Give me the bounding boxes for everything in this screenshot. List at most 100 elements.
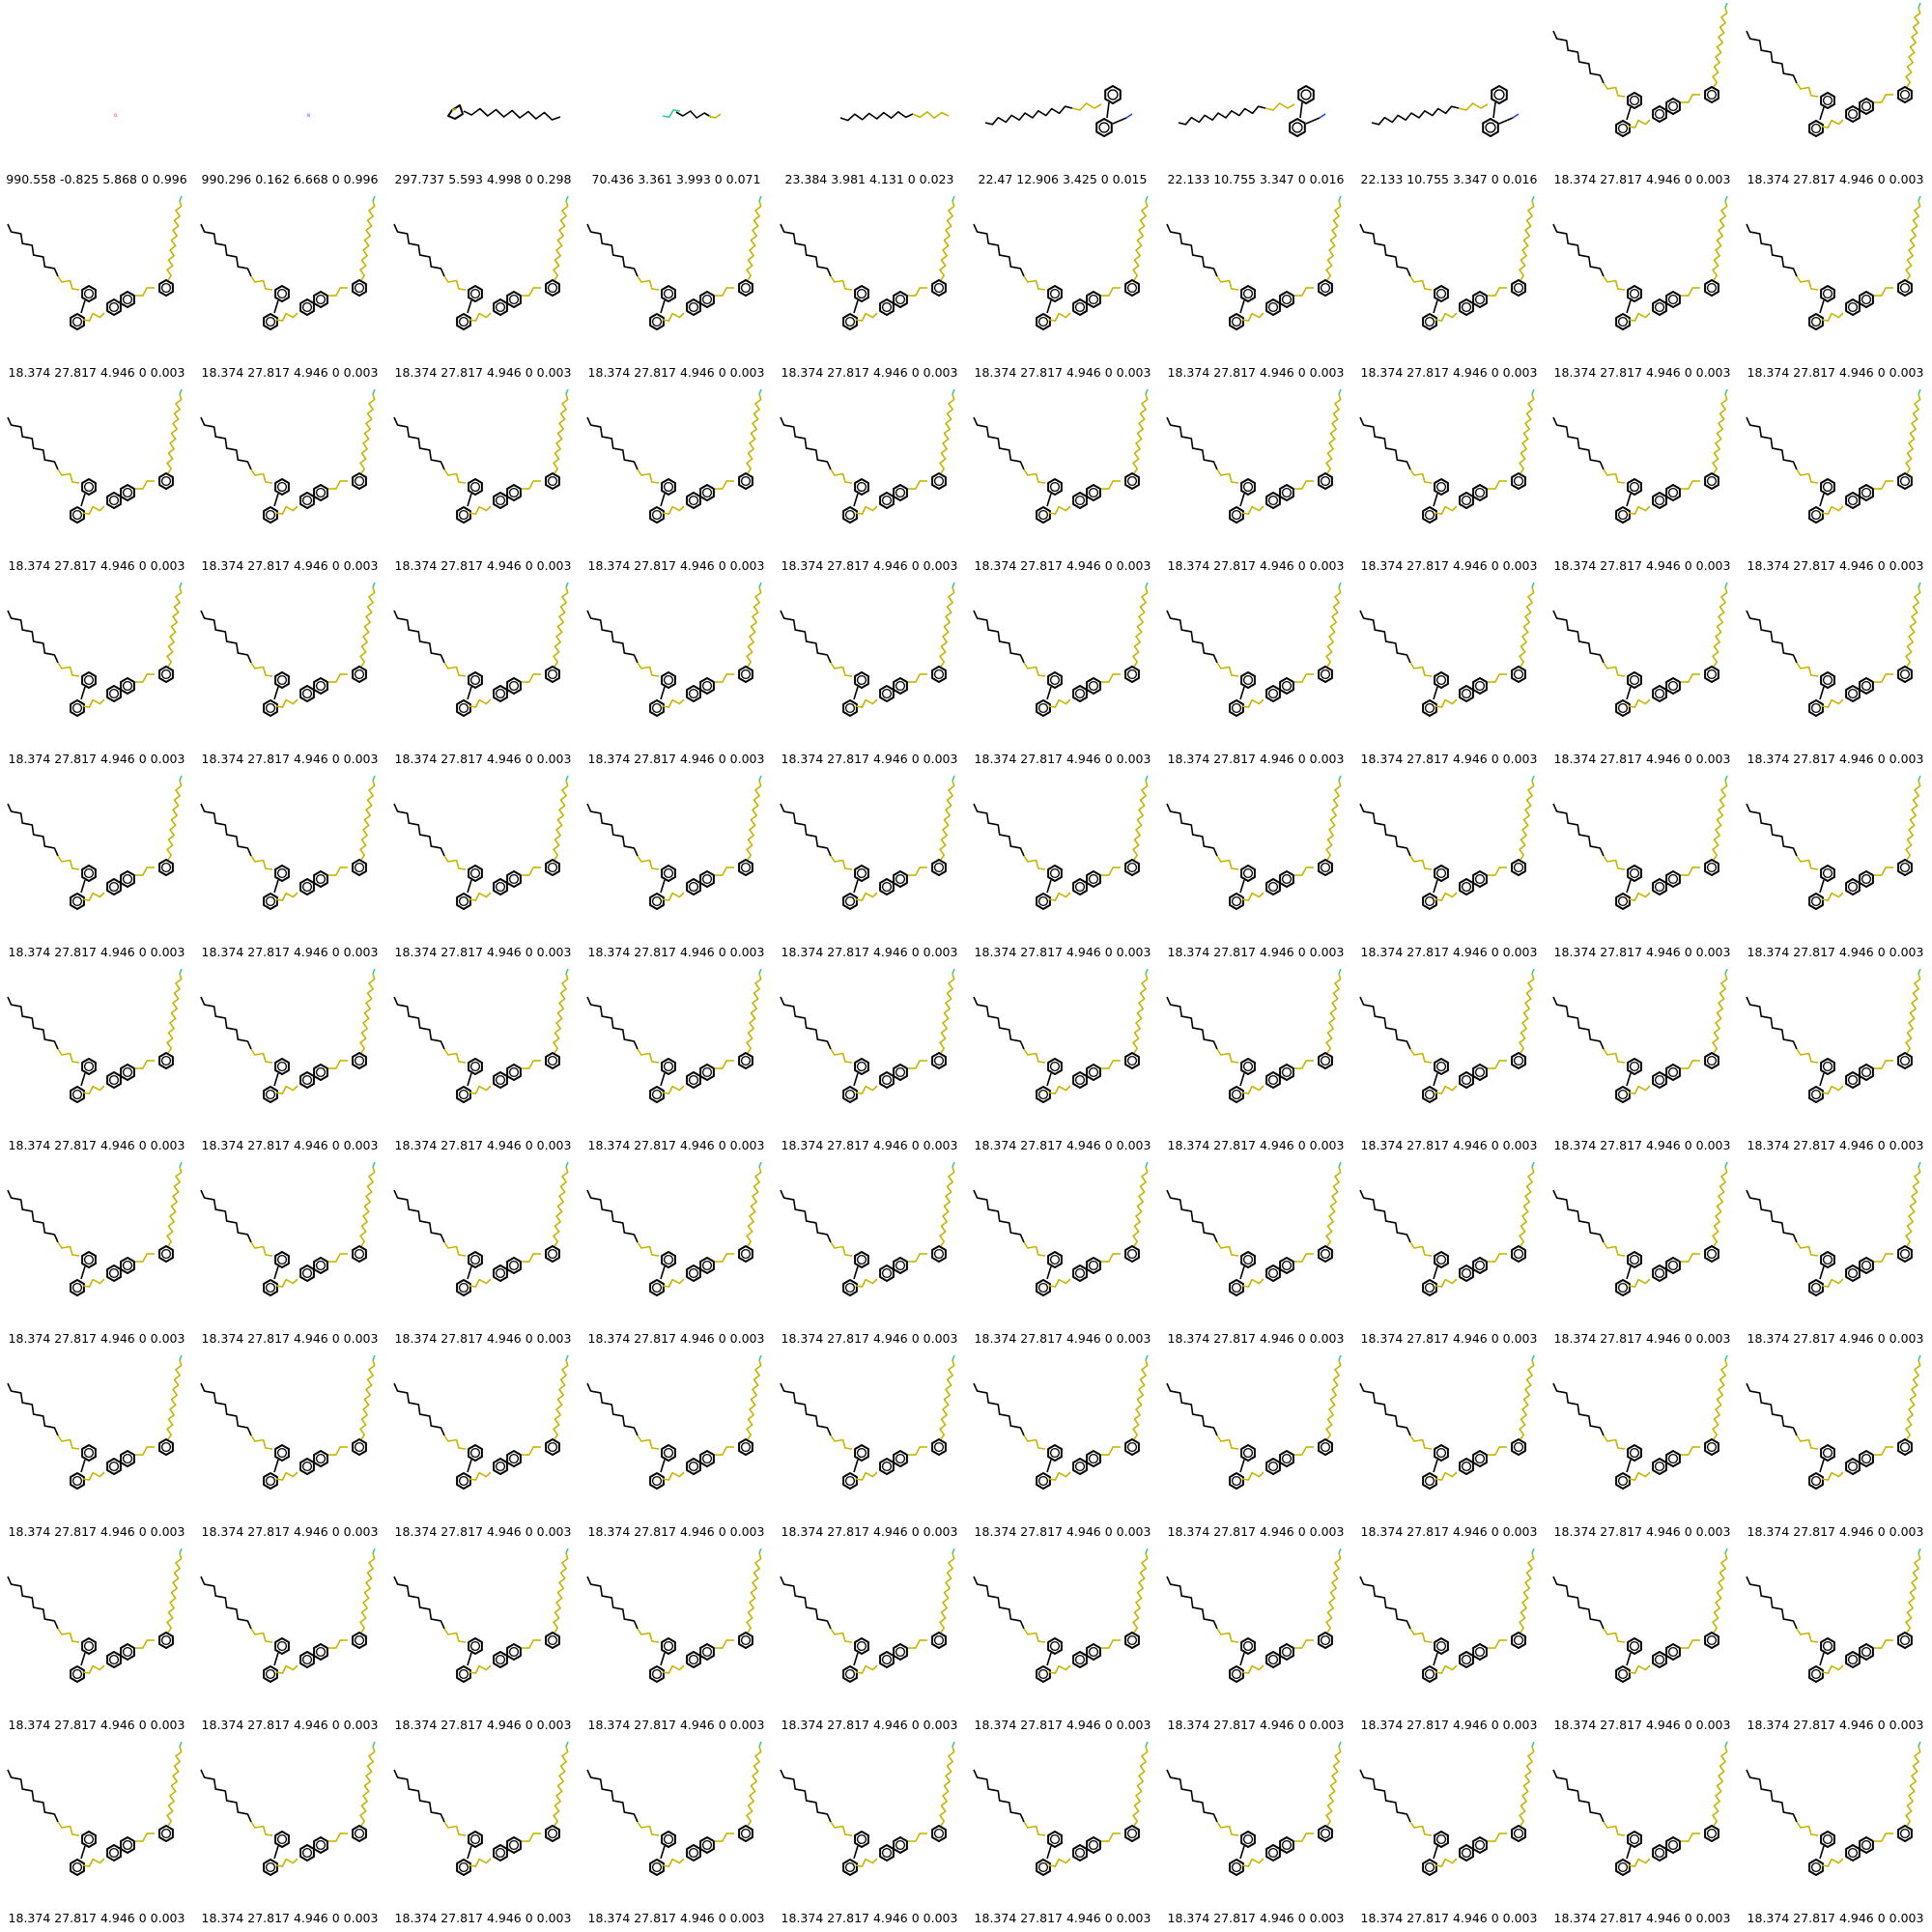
aromatic-circle bbox=[354, 1055, 365, 1066]
molecule-structure bbox=[973, 968, 1149, 1103]
molecule-caption: 18.374 27.817 4.946 0 0.003 bbox=[201, 945, 379, 959]
alkyl-chain bbox=[1552, 223, 1605, 277]
molecule-structure bbox=[200, 1161, 376, 1296]
aromatic-circle bbox=[856, 481, 867, 493]
thio-chain bbox=[1458, 102, 1489, 111]
molecule-structure bbox=[586, 775, 762, 910]
thio-chain-long bbox=[1325, 973, 1342, 1054]
thio-chain bbox=[1680, 1446, 1701, 1456]
molecule-cell: 18.374 27.817 4.946 0 0.003 bbox=[773, 580, 966, 773]
thio-chain bbox=[907, 867, 928, 876]
thio-chain bbox=[1435, 1858, 1458, 1867]
amine-bond bbox=[1319, 113, 1326, 119]
aromatic-circle bbox=[469, 1833, 481, 1845]
thio-chain bbox=[1680, 480, 1701, 490]
aromatic-circle bbox=[1242, 867, 1254, 879]
thio-chain bbox=[1293, 287, 1315, 297]
linker bbox=[273, 493, 279, 507]
linker bbox=[1433, 1652, 1438, 1666]
thio-chain bbox=[469, 312, 492, 322]
thio-chain bbox=[469, 1278, 492, 1288]
molecule-caption: 18.374 27.817 4.946 0 0.003 bbox=[8, 1911, 185, 1925]
amine-bond bbox=[1125, 113, 1133, 119]
aromatic-circle bbox=[844, 1668, 856, 1680]
thio-chain-long bbox=[1325, 780, 1342, 861]
thio-chain bbox=[134, 673, 156, 683]
linker bbox=[853, 1845, 859, 1860]
thio-chain-long bbox=[1132, 1166, 1149, 1247]
alkyl-chain bbox=[780, 1576, 832, 1630]
thio-chain bbox=[714, 1639, 735, 1649]
molecule-cell: 18.374 27.817 4.946 0 0.003 bbox=[1352, 1739, 1546, 1932]
linker bbox=[273, 299, 279, 314]
aromatic-circle bbox=[1435, 1447, 1447, 1459]
molecule-structure bbox=[1746, 1548, 1921, 1683]
molecule-caption: 18.374 27.817 4.946 0 0.003 bbox=[781, 1138, 958, 1152]
aromatic-circle bbox=[1899, 475, 1911, 487]
aromatic-circle bbox=[895, 873, 906, 885]
terminal-bond bbox=[565, 1161, 569, 1168]
thio-chain bbox=[521, 867, 542, 876]
molecule-caption: 18.374 27.817 4.946 0 0.003 bbox=[394, 1911, 572, 1925]
alkyl-chain bbox=[200, 1382, 252, 1436]
thio-chain bbox=[1216, 855, 1239, 870]
aromatic-circle bbox=[1424, 702, 1435, 714]
aromatic-circle bbox=[547, 1441, 558, 1453]
molecule-cell: 18.374 27.817 4.946 0 0.003 bbox=[193, 580, 386, 773]
aromatic-circle bbox=[1513, 668, 1524, 680]
molecule-caption: 18.374 27.817 4.946 0 0.003 bbox=[1360, 558, 1538, 573]
thio-chain bbox=[1487, 1253, 1508, 1263]
aromatic-circle bbox=[1267, 1847, 1279, 1859]
aromatic-circle bbox=[265, 1282, 276, 1293]
terminal-bond bbox=[1918, 388, 1921, 395]
thio-chain bbox=[662, 698, 685, 708]
molecule-structure: N bbox=[307, 113, 310, 118]
aromatic-circle bbox=[469, 1061, 481, 1072]
terminal-bond bbox=[952, 195, 955, 202]
aromatic-circle bbox=[1074, 1267, 1086, 1279]
molecule-caption: 18.374 27.817 4.946 0 0.003 bbox=[781, 1911, 958, 1925]
molecule-caption: 18.374 27.817 4.946 0 0.003 bbox=[394, 1524, 572, 1539]
alkyl-chain bbox=[393, 996, 445, 1050]
thio-chain-long bbox=[1905, 200, 1921, 281]
molecule-cell: 18.374 27.817 4.946 0 0.003 bbox=[1159, 1739, 1352, 1932]
molecule-structure bbox=[1552, 582, 1728, 717]
alkyl-chain bbox=[973, 803, 1025, 857]
aromatic-circle bbox=[354, 1441, 365, 1453]
aromatic-circle bbox=[1861, 680, 1872, 692]
molecule-cell: 18.374 27.817 4.946 0 0.003 bbox=[1159, 386, 1352, 580]
aromatic-circle bbox=[1847, 1461, 1859, 1472]
molecule-structure bbox=[839, 111, 950, 122]
aromatic-circle bbox=[1126, 1248, 1138, 1260]
alkyl-chain bbox=[200, 1769, 252, 1823]
thio-chain-long bbox=[1712, 7, 1728, 88]
aromatic-circle bbox=[1435, 481, 1447, 493]
aromatic-circle bbox=[71, 1282, 83, 1293]
thio-chain bbox=[1603, 1048, 1626, 1064]
aromatic-circle bbox=[701, 1839, 713, 1851]
thio-chain bbox=[469, 505, 492, 515]
molecule-caption: 18.374 27.817 4.946 0 0.003 bbox=[1167, 752, 1345, 766]
molecule-structure bbox=[1359, 195, 1535, 330]
alkyl-chain bbox=[586, 1189, 639, 1243]
alkyl-chain bbox=[7, 416, 59, 470]
alkyl-chain bbox=[1746, 223, 1798, 277]
terminal-bond bbox=[758, 1548, 762, 1554]
linker bbox=[1046, 299, 1052, 314]
molecule-cell: 18.374 27.817 4.946 0 0.003 bbox=[580, 1739, 773, 1932]
aromatic-circle bbox=[1861, 487, 1872, 498]
aromatic-circle bbox=[301, 1847, 313, 1859]
terminal-bond bbox=[952, 1548, 955, 1554]
aromatic-circle bbox=[1810, 895, 1822, 907]
alkyl-chain bbox=[1552, 1382, 1605, 1436]
aromatic-circle bbox=[1667, 100, 1679, 112]
aromatic-circle bbox=[495, 1074, 506, 1086]
molecule-structure bbox=[973, 1548, 1149, 1683]
aromatic-circle bbox=[1654, 1267, 1665, 1279]
linker bbox=[1305, 117, 1321, 125]
aromatic-circle bbox=[1706, 668, 1718, 680]
thio-chain bbox=[443, 1435, 467, 1450]
molecule-caption: 18.374 27.817 4.946 0 0.003 bbox=[8, 558, 185, 573]
molecule-cell: 18.374 27.817 4.946 0 0.003 bbox=[773, 1352, 966, 1546]
molecule-caption: 18.374 27.817 4.946 0 0.003 bbox=[201, 365, 379, 380]
